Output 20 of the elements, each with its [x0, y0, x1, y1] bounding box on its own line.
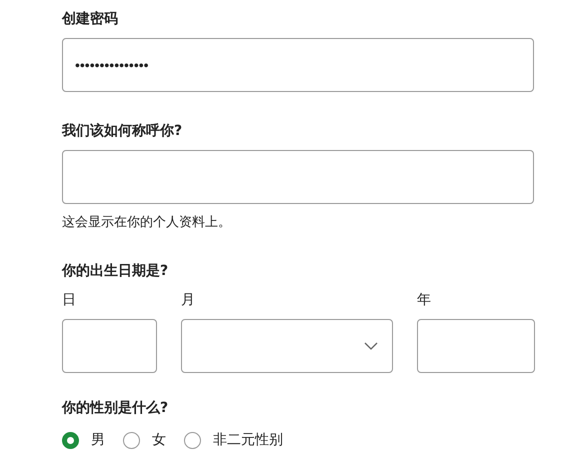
- radio-button[interactable]: [184, 432, 201, 448]
- name-field[interactable]: [62, 150, 534, 204]
- radio-button[interactable]: [62, 432, 79, 448]
- radio-label[interactable]: 女: [152, 431, 166, 449]
- radio-label[interactable]: 非二元性别: [213, 431, 283, 449]
- field-label: 月: [181, 291, 196, 310]
- field-label: 日: [62, 291, 77, 310]
- field-label: 创建密码: [62, 10, 119, 29]
- field-label: 我们该如何称呼你?: [62, 122, 184, 141]
- radio-button[interactable]: [123, 432, 140, 448]
- month-select[interactable]: [181, 319, 393, 373]
- field-label: 你的出生日期是?: [62, 262, 170, 281]
- field-label: 年: [417, 291, 432, 310]
- password-field[interactable]: •••••••••••••••: [62, 38, 534, 92]
- field-label: 你的性别是什么?: [62, 399, 170, 418]
- date-field[interactable]: [62, 319, 157, 373]
- hint-text: 这会显示在你的个人资料上。: [62, 214, 232, 232]
- chevron-down-icon: [364, 342, 378, 350]
- date-field[interactable]: [417, 319, 535, 373]
- radio-label[interactable]: 男: [91, 431, 105, 449]
